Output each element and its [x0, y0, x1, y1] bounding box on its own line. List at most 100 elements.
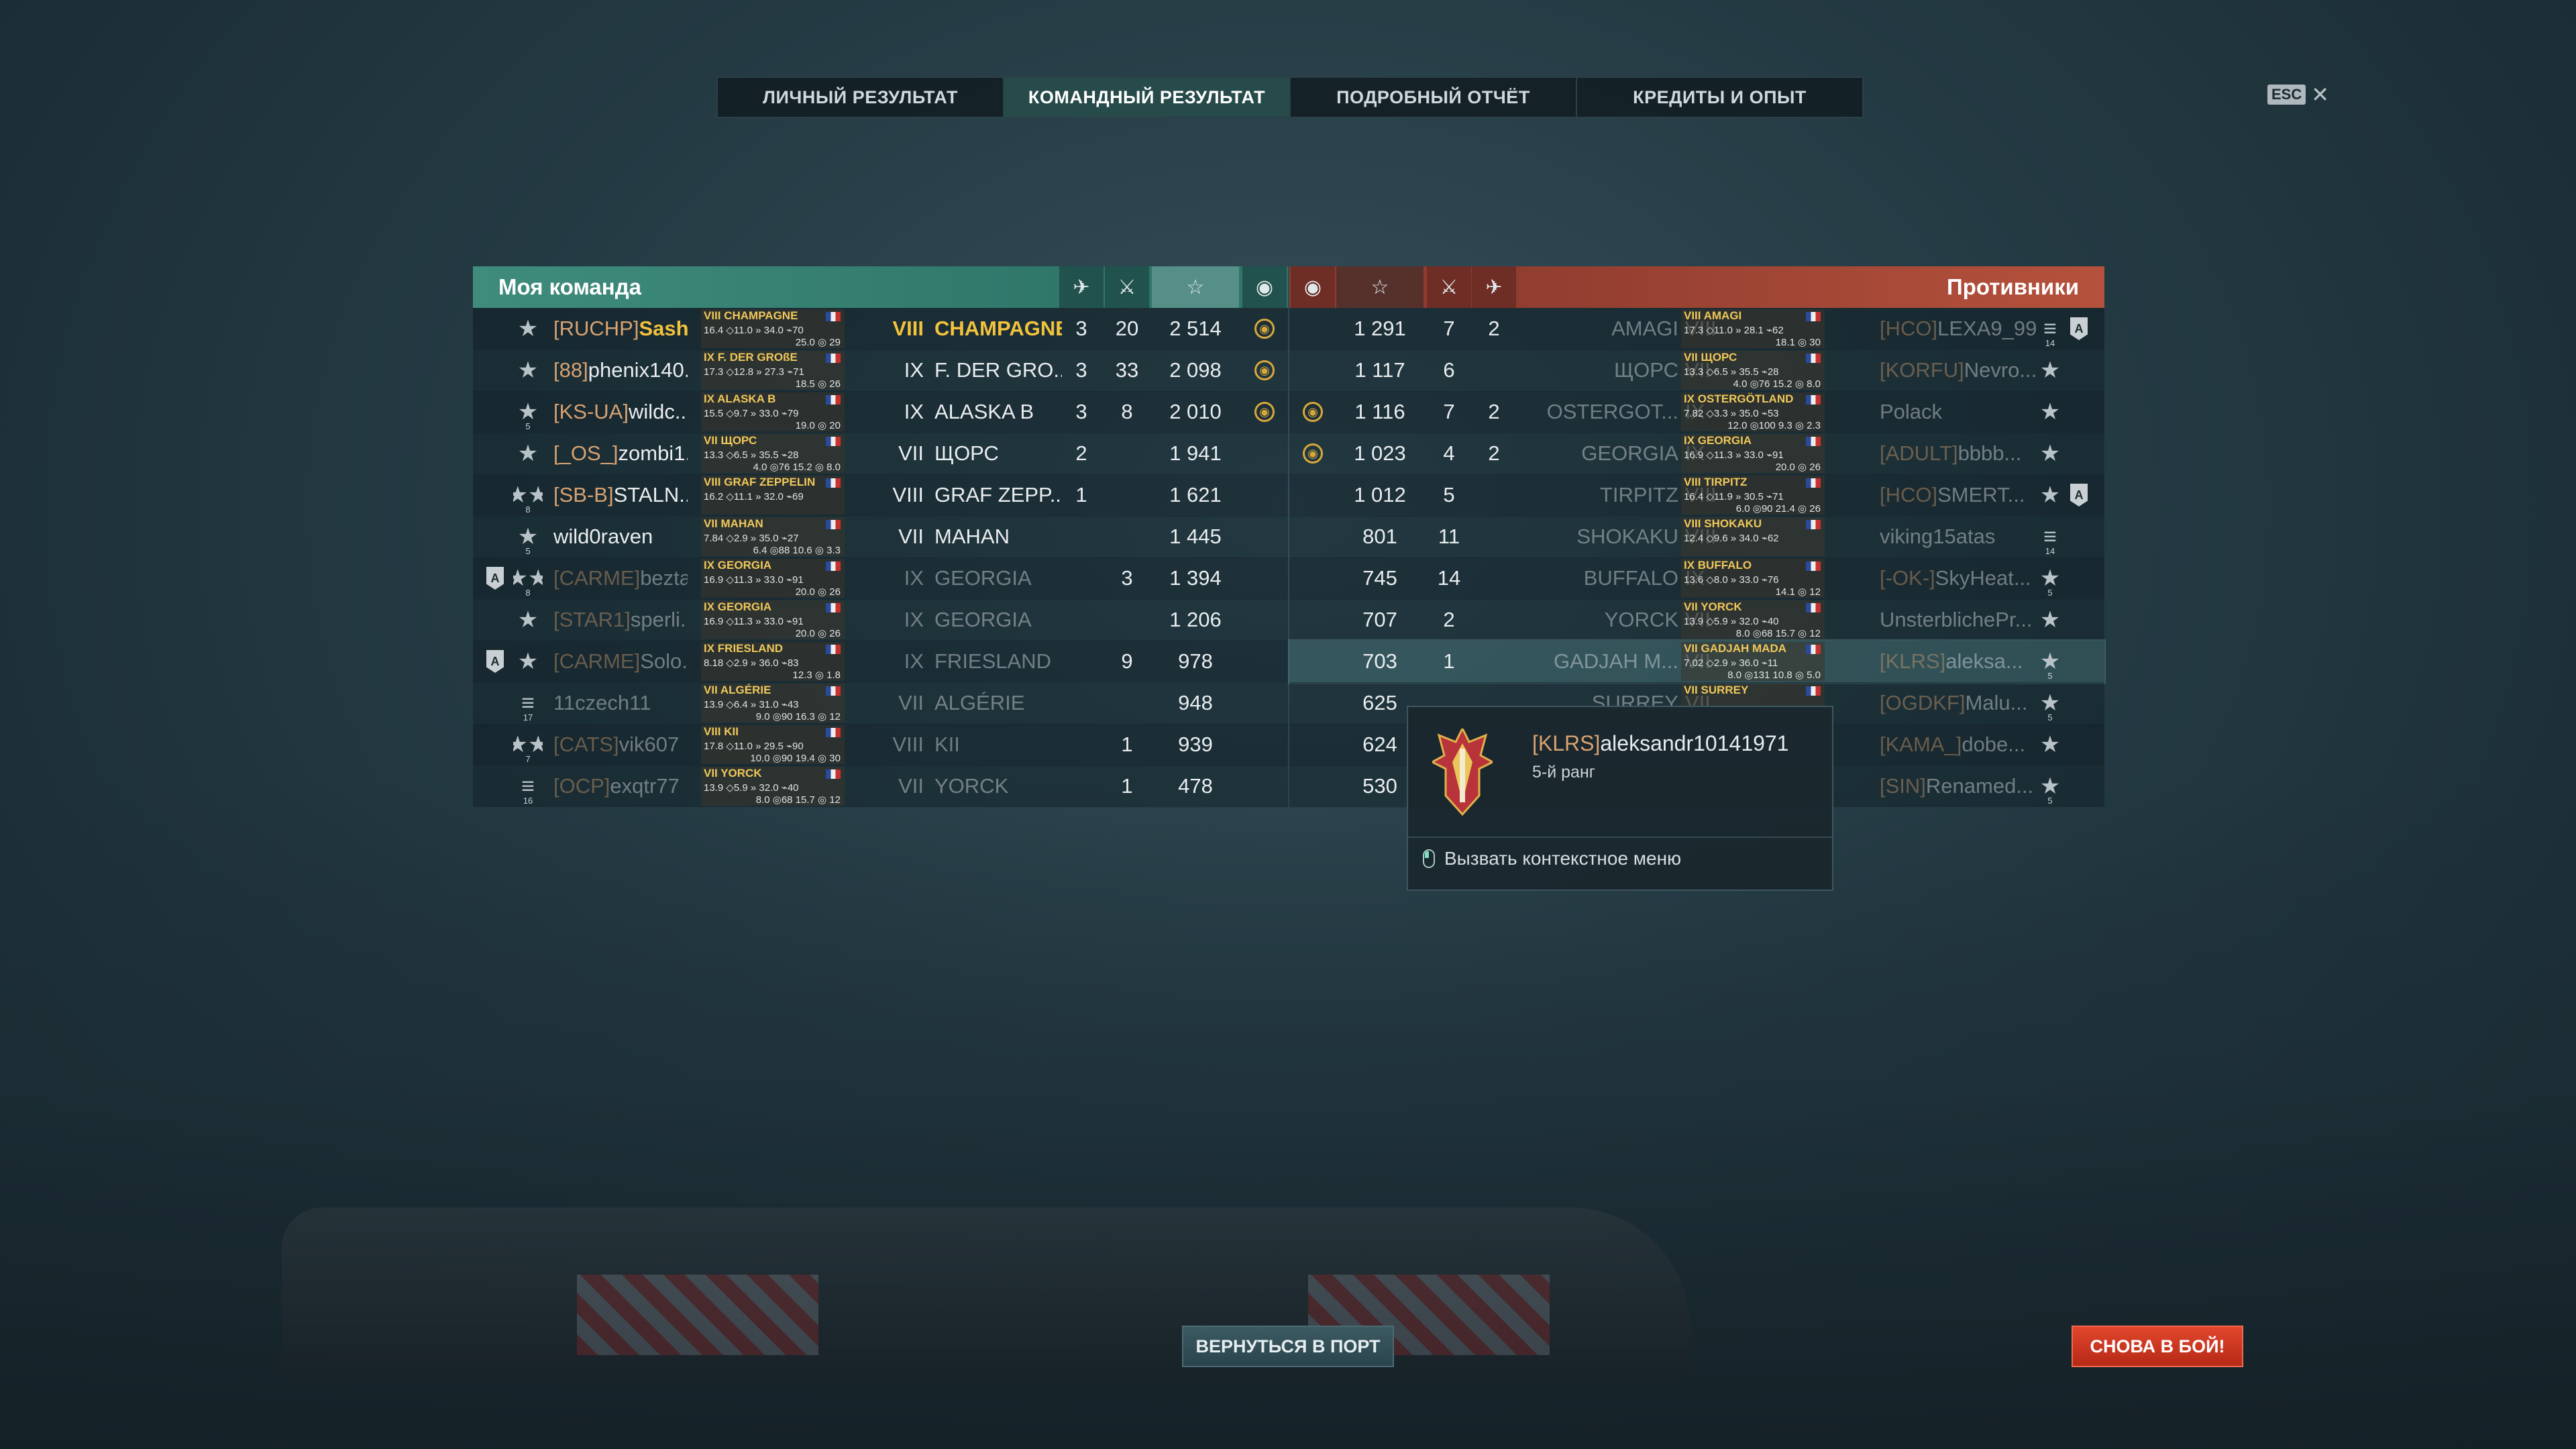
- player-name[interactable]: [HCO] SMERT...: [1880, 474, 2046, 516]
- close-button[interactable]: ESC ✕: [2267, 82, 2329, 107]
- ship-tier: IX: [904, 358, 924, 382]
- return-to-port-button[interactable]: ВЕРНУТЬСЯ В ПОРТ: [1182, 1326, 1394, 1367]
- base-column-icon[interactable]: ◉: [1291, 266, 1335, 308]
- player-name[interactable]: [KAMA_] dobe...: [1880, 724, 2046, 765]
- planes-count: 2: [1075, 441, 1087, 465]
- table-row[interactable]: ★ [STAR1]sperli... IX GEORGIA 16.9 ◇11.3 » …: [473, 599, 1288, 641]
- clan-tag: [KLRS]: [1880, 649, 1946, 673]
- planes-count: [1472, 557, 1516, 599]
- tab-detailed-report[interactable]: ПОДРОБНЫЙ ОТЧЁТ: [1291, 78, 1577, 117]
- kills-column-icon[interactable]: ⚔: [1427, 266, 1471, 308]
- player-nick: exqtr77: [610, 774, 680, 798]
- player-name[interactable]: [KLRS] aleksa...: [1880, 641, 2046, 682]
- table-row[interactable]: ★★8 [SB-B]STALN... VIII GRAF ZEPPELIN 16.2 …: [473, 474, 1288, 517]
- player-name[interactable]: [88]phenix140...: [553, 350, 688, 391]
- nation-flag-icon: [826, 603, 841, 612]
- table-row[interactable]: ★ 5 [KS-UA] wildc... IX ALASKA B 15.5 ◇9.7 » …: [473, 391, 1288, 433]
- battle-again-button[interactable]: СНОВА В БОЙ!: [2072, 1326, 2243, 1367]
- player-name[interactable]: [SIN] Renamed...: [1880, 765, 2046, 807]
- planes-count: [1059, 682, 1104, 724]
- clan-tag: [CARME]: [553, 566, 641, 590]
- player-name[interactable]: [_OS_]zombi1...: [553, 433, 688, 474]
- table-row[interactable]: 1 29172AMAGIVIIIVIII AMAGI17.3 ◇11.0 » 2…: [1289, 308, 2104, 350]
- kills-count: [1105, 682, 1149, 724]
- table-row[interactable]: 1 1176ЩОРСVIIVII ЩОРС13.3 ◇6.5 » 35.5 ⌁2…: [1289, 350, 2104, 392]
- table-row[interactable]: 80111SHOKAKUVIIIVIII SHOKAKU12.4 ◇9.6 » …: [1289, 516, 2104, 558]
- player-name[interactable]: [STAR1]sperli...: [553, 599, 688, 641]
- table-row[interactable]: ◉1 02342GEORGIAIXIX GEORGIA16.9 ◇11.3 » …: [1289, 433, 2104, 475]
- table-row[interactable]: ≡ 17 11czech11 VII ALGÉRIE 13.9 ◇6.4 » 31.0 …: [473, 682, 1288, 724]
- clan-tag: [OGDKF]: [1880, 691, 1966, 714]
- ship-card-name: VIII AMAGI: [1684, 309, 1742, 322]
- player-name[interactable]: UnsterblichePr...: [1880, 599, 2046, 641]
- ship-card: IX BUFFALO 13.6 ◇8.0 » 33.0 ⌁76 14.1 ◎ 12: [1681, 559, 1825, 598]
- player-nick: sperli...: [630, 608, 688, 631]
- planes-count: [1059, 641, 1104, 682]
- player-name[interactable]: [SB-B]STALN...: [553, 474, 688, 516]
- player-name[interactable]: [CARME]Solo...: [553, 641, 688, 682]
- planes-column-icon[interactable]: ✈: [1472, 266, 1516, 308]
- xp-column-icon[interactable]: ☆: [1336, 266, 1424, 308]
- player-name[interactable]: [CATS] vik607: [553, 724, 688, 765]
- ship-card-stats-secondary: 20.0 ◎ 26: [795, 628, 841, 639]
- ship-name: ЩОРС: [934, 441, 999, 465]
- tab-credits-xp[interactable]: КРЕДИТЫ И ОПЫТ: [1577, 78, 1862, 117]
- table-row[interactable]: 7072YORCKVIIVII YORCK13.9 ◇5.9 » 32.0 ⌁4…: [1289, 599, 2104, 641]
- player-name[interactable]: [CARME]bezta...: [553, 557, 688, 599]
- table-row[interactable]: 7031GADJAH M...VIIVII GADJAH MADA7.02 ◇2…: [1288, 639, 2106, 684]
- player-name[interactable]: Polack: [1880, 391, 2046, 433]
- player-name[interactable]: 11czech11: [553, 682, 688, 724]
- player-name[interactable]: [OGDKF] Malu...: [1880, 682, 2046, 724]
- player-name[interactable]: [KS-UA] wildc...: [553, 391, 688, 433]
- ship-card-name: VII YORCK: [704, 767, 762, 780]
- kills-count: 14: [1437, 566, 1461, 590]
- table-row[interactable]: ★ [_OS_]zombi1... VII ЩОРС 13.3 ◇6.5 » 35.5…: [473, 433, 1288, 475]
- ship-card-name: IX GEORGIA: [704, 600, 772, 613]
- table-row[interactable]: 74514BUFFALOIXIX BUFFALO13.6 ◇8.0 » 33.0…: [1289, 557, 2104, 600]
- player-name[interactable]: [HCO] LEXA9_99: [1880, 308, 2046, 350]
- kills-count: 8: [1121, 400, 1133, 423]
- table-row[interactable]: ≡ 16 [OCP] exqtr77 VII YORCK 13.9 ◇5.9 » 32.0…: [473, 765, 1288, 808]
- kills-count: [1105, 433, 1149, 474]
- ship-name: OSTERGOT...: [1546, 400, 1678, 423]
- table-row[interactable]: A ★ [CARME]Solo... IX FRIESLAND 8.18 ◇2.9 » …: [473, 641, 1288, 683]
- planes-column-icon[interactable]: ✈: [1059, 266, 1104, 308]
- tab-team-result[interactable]: КОМАНДНЫЙ РЕЗУЛЬТАТ: [1004, 78, 1291, 117]
- player-name[interactable]: wild0raven: [553, 516, 688, 557]
- table-row[interactable]: A ★★8 [CARME]bezta... IX GEORGIA 16.9 ◇11.3 …: [473, 557, 1288, 600]
- rank-level: 5: [2047, 712, 2053, 722]
- table-row[interactable]: 1 0125TIRPITZVIIIVIII TIRPITZ16.4 ◇11.9 …: [1289, 474, 2104, 517]
- player-rank-icon: ★★ 8: [513, 557, 543, 599]
- player-name[interactable]: [KORFU] Nevro...: [1880, 350, 2046, 391]
- ship-name: FRIESLAND: [934, 649, 1051, 673]
- table-row[interactable]: ★★ 7 [CATS] vik607 VIII KII 17.8 ◇11.0 » 29.5…: [473, 724, 1288, 766]
- ship-card-stats: 8.18 ◇2.9 » 36.0 ⌁83: [704, 657, 799, 669]
- kills-column-icon[interactable]: ⚔: [1105, 266, 1149, 308]
- player-name[interactable]: [RUCHP]Sashelo: [553, 308, 688, 350]
- xp-column-icon[interactable]: ☆: [1152, 266, 1239, 308]
- division-badge-icon: A: [2069, 474, 2089, 516]
- tab-personal-result[interactable]: ЛИЧНЫЙ РЕЗУЛЬТАТ: [718, 78, 1004, 117]
- table-row[interactable]: ◉1 11672OSTERGOT...IXIX OSTERGÖTLAND7.82…: [1289, 391, 2104, 433]
- ship-name: GADJAH M...: [1553, 649, 1678, 673]
- player-name[interactable]: [ADULT] bbbb...: [1880, 433, 2046, 474]
- ship-card-stats-secondary: 10.0 ◎90 19.4 ◎ 30: [750, 753, 841, 764]
- clan-tag: [HCO]: [1880, 317, 1938, 340]
- table-row[interactable]: ★ [88]phenix140... IX F. DER GROßE 17.3 ◇12…: [473, 350, 1288, 392]
- ship-card-stats: 15.5 ◇9.7 » 33.0 ⌁79: [704, 408, 799, 419]
- player-name[interactable]: viking15atas: [1880, 516, 2046, 557]
- player-name[interactable]: [-OK-] SkyHeat...: [1880, 557, 2046, 599]
- enemy-team-title: Противники: [1947, 274, 2079, 299]
- rank-level: 8: [525, 588, 531, 598]
- player-name[interactable]: [OCP] exqtr77: [553, 765, 688, 807]
- table-row[interactable]: ★ [RUCHP]Sashelo VIII CHAMPAGNE 16.4 ◇11.0 …: [473, 308, 1288, 350]
- table-row[interactable]: ★ 5 wild0raven VII MAHAN 7.84 ◇2.9 » 35.0 ⌁2…: [473, 516, 1288, 558]
- clan-tag: [_OS_]: [553, 441, 619, 465]
- ship-card-stats: 17.3 ◇11.0 » 28.1 ⌁62: [1684, 325, 1784, 336]
- planes-count: [1472, 350, 1516, 391]
- ship-card-stats-secondary: 12.3 ◎ 1.8: [792, 669, 841, 681]
- base-column-icon[interactable]: ◉: [1242, 266, 1287, 308]
- player-rank-icon: ★: [2035, 391, 2065, 433]
- esc-key-icon: ESC: [2267, 85, 2306, 105]
- clan-tag: [88]: [553, 358, 588, 382]
